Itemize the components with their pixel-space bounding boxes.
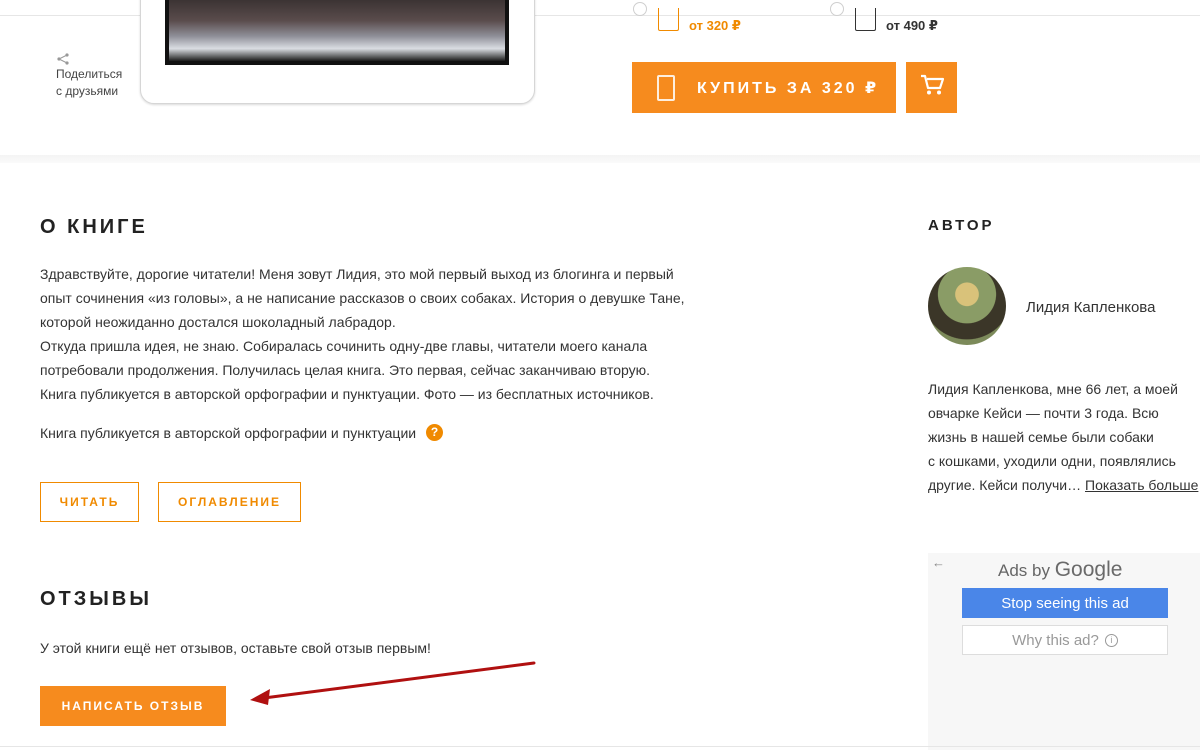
- description-line: опыт сочинения «из головы», а не написан…: [40, 290, 685, 306]
- bio-line: жизнь в нашей семье были собаки: [928, 429, 1154, 445]
- format-radio[interactable]: [633, 2, 647, 16]
- bottom-divider: [0, 746, 1200, 747]
- format-price: от 490 ₽: [886, 18, 938, 33]
- back-arrow-icon[interactable]: ←: [932, 555, 945, 570]
- show-more-link[interactable]: Показать больше: [1085, 477, 1198, 493]
- share-block[interactable]: Поделиться с друзьями: [56, 52, 136, 100]
- author-bio: Лидия Капленкова, мне 66 лет, а моей овч…: [928, 377, 1200, 497]
- about-title: О КНИГЕ: [40, 216, 148, 238]
- orthography-note: Книга публикуется в авторской орфографии…: [40, 424, 444, 441]
- book-cover-tablet: [140, 0, 535, 104]
- buy-button-label: КУПИТЬ ЗА 320 ₽: [697, 79, 880, 97]
- bio-line: с кошками, уходили одни, появлялись: [928, 453, 1176, 469]
- description-line: потребовали продолжения. Получилась цела…: [40, 362, 651, 378]
- info-icon: i: [1104, 633, 1118, 647]
- buy-button[interactable]: КУПИТЬ ЗА 320 ₽: [632, 62, 896, 113]
- reviews-title: ОТЗЫВЫ: [40, 588, 152, 610]
- author-title: АВТОР: [928, 217, 995, 234]
- tablet-icon: [657, 74, 675, 101]
- why-this-ad-button[interactable]: Why this ad? i: [962, 625, 1168, 655]
- format-price: от 320 ₽: [689, 18, 741, 33]
- share-label-2[interactable]: с друзьями: [56, 83, 136, 100]
- tablet-screen: [165, 0, 509, 65]
- read-button[interactable]: ЧИТАТЬ: [40, 482, 139, 522]
- bio-line-last: другие. Кейси получи… Показать больше: [928, 473, 1200, 497]
- bio-line: другие. Кейси получи…: [928, 477, 1082, 493]
- description-line: которой неожиданно достался шоколадный л…: [40, 314, 396, 330]
- description-line: Здравствуйте, дорогие читатели! Меня зов…: [40, 266, 674, 282]
- bio-line: Лидия Капленкова, мне 66 лет, а моей: [928, 381, 1178, 397]
- description-line: Откуда пришла идея, не знаю. Собиралась …: [40, 338, 648, 354]
- share-icon[interactable]: [56, 52, 70, 66]
- share-label[interactable]: Поделиться: [56, 66, 136, 83]
- description-line: Книга публикуется в авторской орфографии…: [40, 386, 654, 402]
- cart-icon: [920, 74, 944, 101]
- toc-button[interactable]: ОГЛАВЛЕНИЕ: [158, 482, 301, 522]
- add-to-cart-button[interactable]: [906, 62, 957, 113]
- reviews-empty-text: У этой книги ещё нет отзывов, оставьте с…: [40, 640, 431, 656]
- stop-seeing-ad-button[interactable]: Stop seeing this ad: [962, 588, 1168, 618]
- format-radio[interactable]: [830, 2, 844, 16]
- section-divider: [0, 155, 1200, 163]
- google-logo: Google: [1054, 558, 1123, 581]
- orthography-note-text: Книга публикуется в авторской орфографии…: [40, 424, 417, 441]
- annotation-arrow-icon: [250, 661, 536, 705]
- bio-line: овчарке Кейси — почти 3 года. Всю: [928, 405, 1159, 421]
- cover-image: [169, 0, 505, 61]
- write-review-button[interactable]: НАПИСАТЬ ОТЗЫВ: [40, 686, 226, 726]
- ads-by-google: Ads by Google: [998, 558, 1122, 582]
- why-this-ad-label: Why this ad?: [1012, 631, 1099, 649]
- ads-by-label: Ads by: [998, 561, 1050, 580]
- tablet-format-icon: [658, 8, 679, 31]
- book-format-icon: [855, 8, 876, 31]
- help-icon[interactable]: ?: [426, 424, 444, 441]
- google-ad-panel: ← Ads by Google Stop seeing this ad Why …: [928, 553, 1200, 750]
- book-description: Здравствуйте, дорогие читатели! Меня зов…: [40, 262, 740, 406]
- author-name[interactable]: Лидия Капленкова: [1026, 299, 1155, 316]
- author-avatar[interactable]: [928, 267, 1006, 345]
